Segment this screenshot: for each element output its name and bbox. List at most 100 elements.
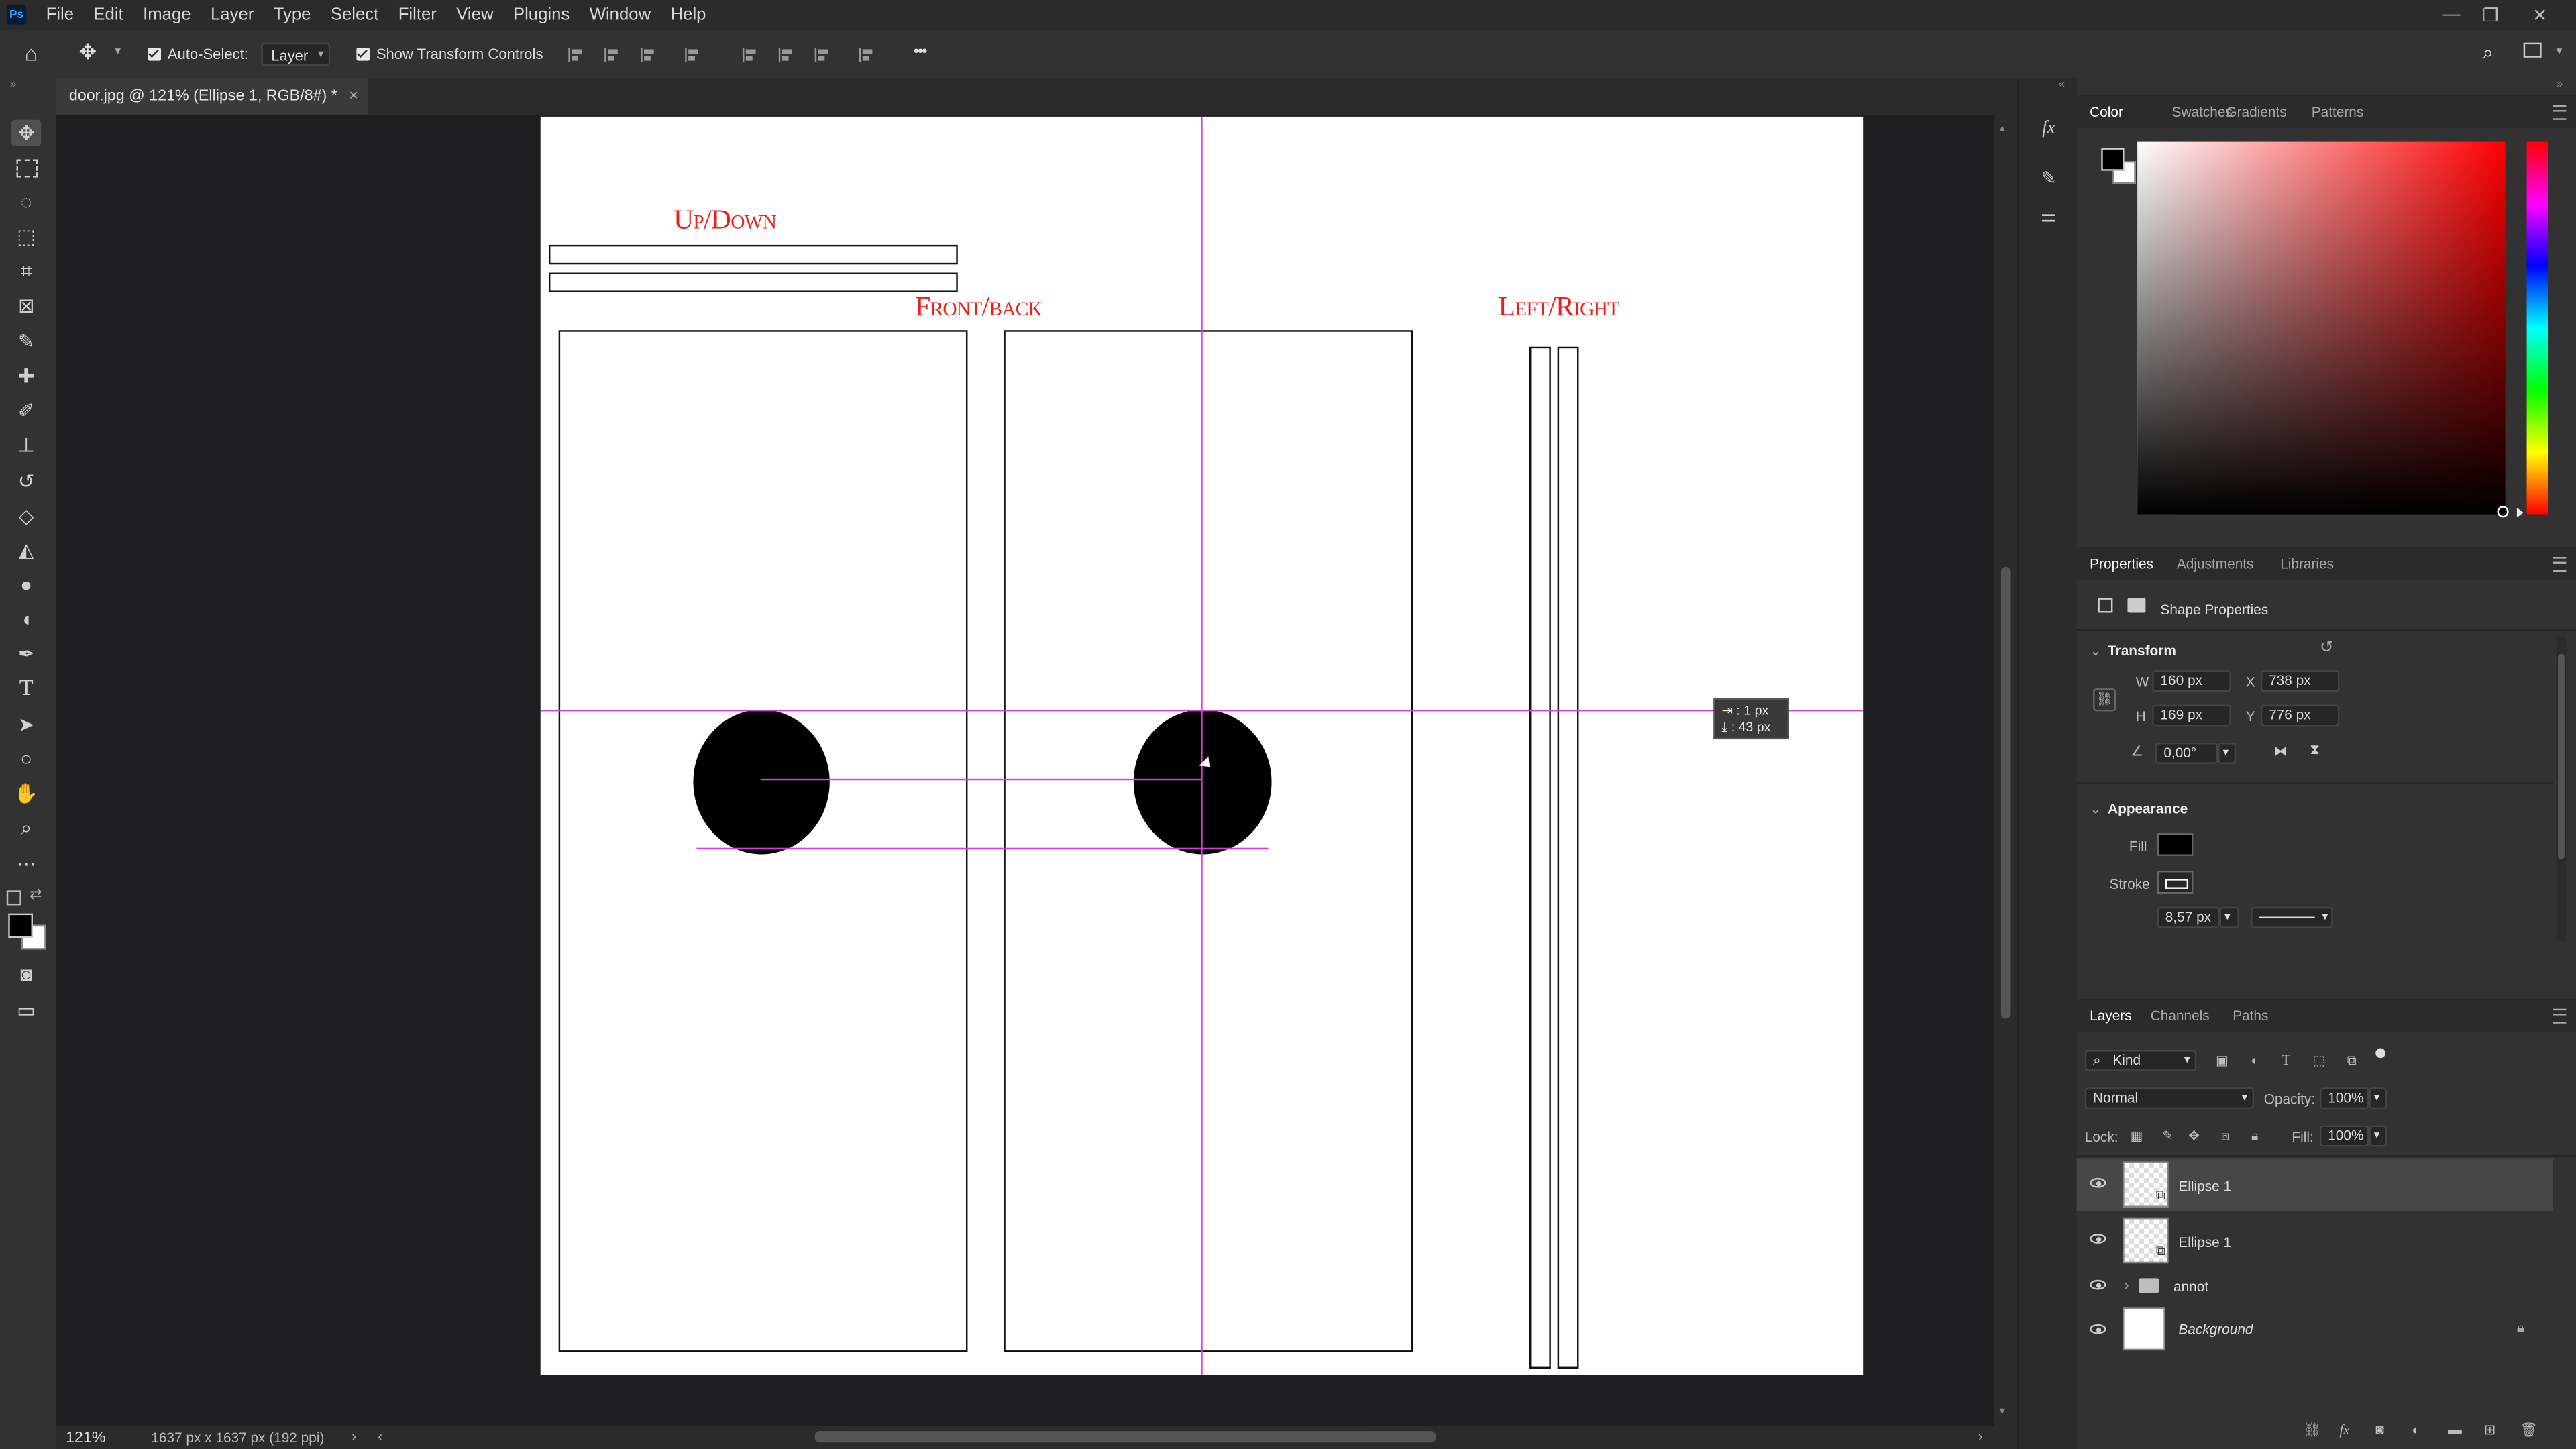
angle-input[interactable]: 0,00° (2155, 742, 2218, 764)
distribute-icon[interactable] (685, 48, 703, 63)
chevron-down-icon[interactable]: ▾ (115, 44, 121, 58)
minimize-icon[interactable]: — (2432, 0, 2471, 30)
group-expand-chevron-icon[interactable]: › (2125, 1277, 2129, 1293)
filter-toggle-icon[interactable] (2375, 1048, 2385, 1059)
stroke-width-dropdown-icon[interactable]: ▾ (2219, 906, 2239, 928)
fill-opacity-input[interactable]: 100% (2319, 1125, 2369, 1147)
move-tool-icon[interactable]: ✥ (79, 40, 97, 66)
workspace-chevron-icon[interactable]: ▾ (2557, 44, 2563, 58)
color-foreground-swatch[interactable] (2101, 148, 2125, 171)
pen-tool-icon[interactable]: ✒ (11, 641, 41, 667)
align-middle-icon[interactable] (778, 48, 797, 63)
layer-name[interactable]: Ellipse 1 (2178, 1178, 2231, 1194)
layer-group-row[interactable]: › annot (2077, 1269, 2553, 1305)
expand-panels-icon[interactable]: « (2059, 79, 2065, 91)
collapse-icon[interactable]: » (10, 79, 17, 91)
document-canvas[interactable]: Up/Down Front/back Left/Right ⇥ : 1 px ⤓… (540, 116, 1864, 1375)
ellipse-knob-front[interactable] (693, 709, 830, 855)
canvas-area[interactable]: Up/Down Front/back Left/Right ⇥ : 1 px ⤓… (56, 115, 1995, 1426)
scroll-right-icon[interactable]: › (1978, 1428, 1983, 1444)
align-right-icon[interactable] (641, 48, 659, 63)
reset-transform-icon[interactable]: ↺ (2320, 639, 2334, 657)
opacity-input[interactable]: 100% (2319, 1087, 2369, 1110)
menu-help[interactable]: Help (661, 5, 716, 24)
lasso-tool-icon[interactable]: ◌ (11, 189, 41, 215)
type-tool-icon[interactable]: T (11, 677, 41, 703)
tab-gradients[interactable]: Gradients (2226, 95, 2286, 128)
lock-image-icon[interactable]: ✎ (2160, 1128, 2175, 1143)
add-mask-icon[interactable]: ◙ (2375, 1421, 2384, 1437)
eye-icon[interactable] (2090, 1324, 2106, 1334)
lock-position-icon[interactable]: ✥ (2187, 1128, 2202, 1143)
y-input[interactable]: 776 px (2260, 704, 2340, 727)
appearance-chevron-icon[interactable]: ⌄ (2090, 800, 2101, 818)
swap-colors-icon[interactable]: ⇄ (30, 885, 42, 904)
eye-icon[interactable] (2090, 1279, 2106, 1290)
menu-layer[interactable]: Layer (201, 5, 264, 24)
height-input[interactable]: 169 px (2152, 704, 2231, 727)
document-tab[interactable]: door.jpg @ 121% (Ellipse 1, RGB/8#) * × (56, 78, 368, 115)
lock-artboard-icon[interactable]: ⧈ (2218, 1128, 2233, 1143)
align-top-icon[interactable] (742, 48, 761, 63)
align-center-icon[interactable] (604, 48, 623, 63)
angle-dropdown-icon[interactable]: ▾ (2218, 742, 2237, 764)
align-bottom-icon[interactable] (814, 48, 833, 63)
layers-panel-menu-icon[interactable] (2553, 1008, 2567, 1024)
restore-icon[interactable]: ❐ (2471, 0, 2510, 30)
close-icon[interactable]: ✕ (2520, 0, 2560, 30)
layer-name[interactable]: Background (2178, 1321, 2253, 1337)
color-panel-menu-icon[interactable] (2553, 105, 2567, 120)
filter-adjustment-icon[interactable]: ◐ (2247, 1053, 2262, 1068)
fill-color-swatch[interactable] (2157, 833, 2194, 856)
tab-adjustments[interactable]: Adjustments (2177, 547, 2254, 580)
lock-all-icon[interactable]: 🔒︎ (2247, 1128, 2262, 1143)
filter-type-icon[interactable]: T (2279, 1053, 2294, 1068)
align-left-icon[interactable] (568, 48, 586, 63)
menu-filter[interactable]: Filter (388, 5, 447, 24)
eye-icon[interactable] (2090, 1234, 2106, 1244)
menu-file[interactable]: File (36, 5, 84, 24)
stamp-tool-icon[interactable]: ⊥ (11, 432, 41, 458)
layer-name[interactable]: annot (2174, 1278, 2208, 1294)
stroke-width-input[interactable]: 8,57 px (2157, 906, 2220, 928)
menu-edit[interactable]: Edit (84, 5, 133, 24)
adjustments-sliders-icon[interactable]: ⚌ (2035, 204, 2061, 230)
collapse-right-icon[interactable]: » (2557, 79, 2563, 91)
menu-type[interactable]: Type (264, 5, 321, 24)
auto-select-checkbox[interactable] (148, 48, 162, 61)
menu-window[interactable]: Window (580, 5, 661, 24)
menu-image[interactable]: Image (133, 5, 201, 24)
marquee-tool-icon[interactable] (11, 154, 41, 180)
foreground-color-swatch[interactable] (8, 913, 33, 938)
more-tools-icon[interactable]: ⋯ (11, 851, 41, 877)
hue-slider[interactable] (2526, 141, 2548, 515)
flip-vertical-icon[interactable]: ⧗ (2310, 741, 2320, 759)
layer-row[interactable]: ⧉ Ellipse 1 (2076, 1158, 2553, 1211)
flip-horizontal-icon[interactable]: ⧓ (2273, 743, 2288, 761)
healing-brush-tool-icon[interactable]: ✚ (11, 363, 41, 389)
status-menu-chevron-icon[interactable]: › (352, 1428, 356, 1444)
layer-row[interactable]: Background 🔒︎ (2077, 1305, 2553, 1354)
scroll-down-icon[interactable]: ▾ (1999, 1405, 2005, 1417)
opacity-dropdown-icon[interactable]: ▾ (2369, 1087, 2387, 1110)
vertical-scroll-thumb[interactable] (2000, 566, 2011, 1019)
show-transform-checkbox[interactable] (356, 48, 370, 61)
add-style-icon[interactable]: fx (2339, 1421, 2349, 1437)
tab-color[interactable]: Color (2090, 95, 2123, 128)
zoom-level[interactable]: 121% (66, 1430, 106, 1448)
dodge-tool-icon[interactable]: ◖ (11, 606, 41, 633)
layer-filter-dropdown[interactable]: ⌕ Kind ▾ (2084, 1049, 2197, 1071)
mask-properties-icon[interactable] (2127, 598, 2146, 613)
tab-paths[interactable]: Paths (2233, 999, 2268, 1032)
path-select-tool-icon[interactable]: ➤ (11, 711, 41, 737)
frame-tool-icon[interactable]: ⊠ (11, 292, 41, 319)
properties-panel-menu-icon[interactable] (2553, 557, 2567, 572)
lock-transparent-icon[interactable]: ▦ (2129, 1128, 2144, 1143)
crop-tool-icon[interactable]: ⌗ (11, 258, 41, 284)
tab-properties[interactable]: Properties (2090, 547, 2153, 580)
fill-dropdown-icon[interactable]: ▾ (2369, 1125, 2387, 1147)
eraser-tool-icon[interactable]: ◇ (11, 502, 41, 529)
brush-settings-icon[interactable]: ✎ (2035, 166, 2061, 192)
scroll-up-icon[interactable]: ▴ (1999, 121, 2005, 135)
new-adjustment-layer-icon[interactable]: ◐ (2412, 1421, 2420, 1437)
